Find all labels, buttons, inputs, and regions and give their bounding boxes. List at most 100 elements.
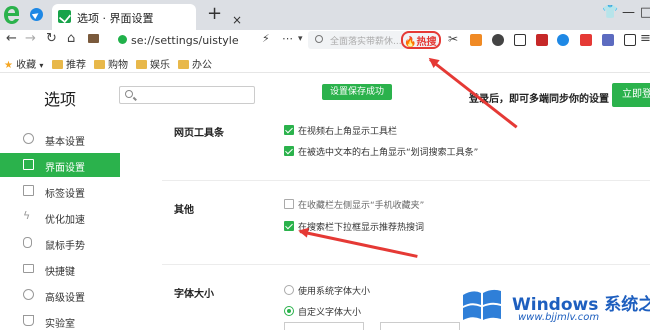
login-tip: 登录后，即可多端同步你的设置 — [469, 94, 609, 105]
bookmark-favorites[interactable]: ★ 收藏 ▾ — [4, 56, 43, 71]
url-field[interactable]: se://settings/uistyle — [108, 31, 308, 49]
menu-icon[interactable]: ≡ — [640, 32, 650, 46]
checkbox[interactable] — [284, 221, 294, 231]
radio[interactable] — [284, 306, 294, 316]
gear-icon — [23, 133, 34, 144]
refresh-icon[interactable]: ↻ — [46, 32, 57, 46]
bookmark-label: 购物 — [108, 60, 128, 71]
chevron-down-icon: ▾ — [39, 61, 44, 70]
minimize-button[interactable]: — — [622, 5, 635, 20]
sidebar-item-label: 基本设置 — [45, 137, 85, 148]
sidebar-item-label: 实验室 — [45, 319, 75, 330]
option-label: 自定义字体大小 — [298, 308, 362, 318]
secure-shield-icon — [118, 35, 127, 44]
checkbox[interactable] — [284, 146, 294, 156]
new-tab-button[interactable]: + — [207, 4, 222, 24]
settings-sidebar: 基本设置 界面设置 标签设置 ϟ 优化加速 鼠标手势 快捷键 高级设置 实验室 — [0, 125, 120, 330]
sidebar-item-mouse-gesture[interactable]: 鼠标手势 — [0, 231, 120, 255]
checkbox[interactable] — [284, 199, 294, 209]
red-extension-icon[interactable] — [536, 34, 548, 46]
page-title: 选项 — [44, 90, 77, 109]
address-bar: ← → ↻ ⌂ se://settings/uistyle ⚡ ⋯ ▾ 全面落实… — [0, 30, 650, 50]
star-icon: ★ — [4, 60, 13, 71]
section-title-toolbar: 网页工具条 — [174, 128, 224, 139]
folder-icon — [136, 60, 147, 69]
bookmark-label: 娱乐 — [150, 60, 170, 71]
sidebar-item-interface[interactable]: 界面设置 — [0, 153, 120, 177]
bookmark-label: 办公 — [192, 60, 212, 71]
tab-title: 选项 · 界面设置 — [77, 12, 154, 25]
game-extension-icon[interactable] — [470, 34, 482, 46]
lightning-icon[interactable]: ⚡ — [262, 32, 270, 46]
sidebar-item-label: 界面设置 — [45, 163, 85, 174]
advanced-gear-icon — [23, 289, 34, 300]
sidebar-item-label: 快捷键 — [45, 267, 75, 278]
tab-icon — [23, 185, 34, 196]
maximize-button[interactable]: □ — [640, 5, 650, 20]
more-icon[interactable]: ⋯ — [282, 32, 293, 46]
folder-icon — [94, 60, 105, 69]
sidebar-item-label: 高级设置 — [45, 293, 85, 304]
sidebar-item-lab[interactable]: 实验室 — [0, 309, 120, 330]
back-icon[interactable]: ← — [6, 32, 17, 46]
bookmark-folder-office[interactable]: 办公 — [178, 56, 212, 71]
pinned-tab-icon[interactable] — [30, 8, 43, 21]
scissors-icon[interactable]: ✂ — [448, 32, 458, 46]
forward-icon[interactable]: → — [25, 32, 36, 46]
sidebar-item-shortcuts[interactable]: 快捷键 — [0, 257, 120, 281]
section-divider — [162, 180, 650, 181]
flask-icon — [23, 315, 34, 326]
section-title-font-size: 字体大小 — [174, 289, 214, 300]
tab-close-button[interactable]: × — [232, 14, 242, 26]
option-label: 使用系统字体大小 — [298, 287, 371, 297]
bookmark-label: 推荐 — [66, 60, 86, 71]
mouse-icon — [23, 237, 32, 248]
sidebar-item-advanced[interactable]: 高级设置 — [0, 283, 120, 307]
screen-extension-icon[interactable] — [514, 34, 526, 46]
bookmark-folder-entertainment[interactable]: 娱乐 — [136, 56, 170, 71]
login-button[interactable]: 立即登录 — [612, 83, 650, 107]
font-size-select[interactable] — [284, 322, 364, 330]
option-label: 在搜索栏下拉框显示推荐热搜词 — [298, 223, 425, 233]
annotation-arrow — [299, 230, 418, 258]
annotation-circle — [401, 31, 441, 49]
folder-icon — [52, 60, 63, 69]
bookmark-folder-recommend[interactable]: 推荐 — [52, 56, 86, 71]
checkbox[interactable] — [284, 125, 294, 135]
settings-search-input[interactable] — [119, 86, 255, 104]
translate-extension-icon[interactable] — [602, 34, 614, 46]
url-text: se://settings/uistyle — [131, 34, 239, 47]
sidebar-item-optimize[interactable]: ϟ 优化加速 — [0, 205, 120, 229]
save-success-toast: 设置保存成功 — [322, 84, 392, 100]
chevron-down-icon[interactable]: ▾ — [298, 32, 303, 46]
sidebar-item-basic[interactable]: 基本设置 — [0, 127, 120, 151]
sidebar-item-tabs[interactable]: 标签设置 — [0, 179, 120, 203]
sidebar-item-label: 鼠标手势 — [45, 241, 85, 252]
badge-extension-icon[interactable] — [580, 34, 592, 46]
folder-icon — [178, 60, 189, 69]
home-icon[interactable]: ⌂ — [67, 32, 75, 46]
windows-logo-icon — [463, 289, 501, 320]
window-extension-icon[interactable] — [624, 34, 636, 46]
wallet-icon[interactable] — [88, 34, 99, 43]
radio[interactable] — [284, 285, 294, 295]
monitor-icon — [23, 159, 34, 170]
bookmarks-bar: ★ 收藏 ▾ 推荐 购物 娱乐 办公 — [0, 51, 650, 73]
bookmark-folder-shopping[interactable]: 购物 — [94, 56, 128, 71]
lightning-icon: ϟ — [23, 209, 31, 222]
option-label: 在视频右上角显示工具栏 — [298, 127, 398, 137]
skin-icon[interactable]: 👕 — [602, 5, 618, 20]
section-divider — [162, 264, 650, 265]
tab-settings[interactable]: 选项 · 界面设置 × — [52, 4, 242, 30]
search-icon — [315, 35, 323, 43]
search-icon — [125, 90, 133, 98]
browser-logo-icon[interactable] — [2, 4, 22, 26]
font-size-input[interactable] — [380, 322, 460, 330]
option-label: 在被选中文本的右上角显示“划词搜索工具条” — [298, 148, 479, 158]
globe-extension-icon[interactable] — [557, 34, 569, 46]
search-placeholder: 全面落实带薪休... — [330, 37, 402, 47]
option-label: 在收藏栏左侧显示“手机收藏夹” — [298, 201, 425, 211]
sidebar-item-label: 标签设置 — [45, 189, 85, 200]
palette-extension-icon[interactable] — [492, 34, 504, 46]
bookmark-label: 收藏 — [16, 60, 37, 71]
